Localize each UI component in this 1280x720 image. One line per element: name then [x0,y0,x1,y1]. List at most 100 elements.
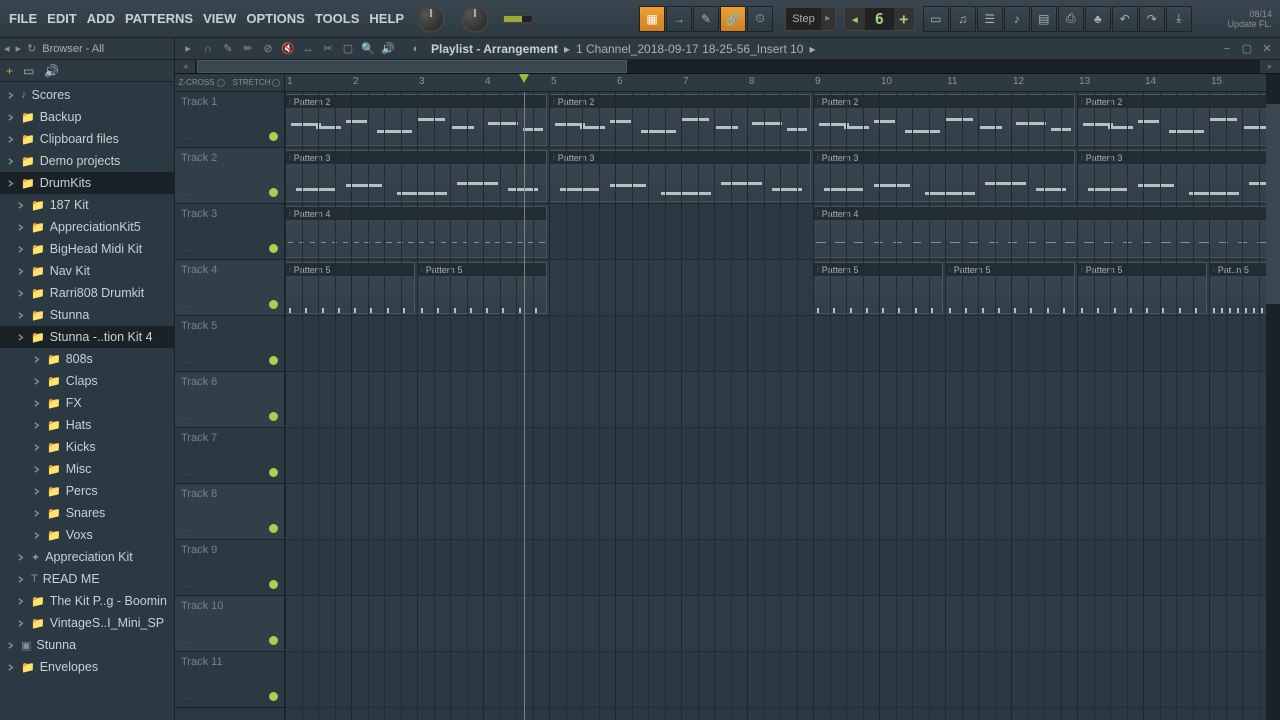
pattern-clip[interactable]: ⦙Pattern 4 [285,206,547,258]
playhead-marker-icon[interactable] [519,74,529,83]
slice-tool-icon[interactable]: ✂ [319,40,337,58]
menu-file[interactable]: FILE [4,7,42,30]
tree-item[interactable]: 📁Nav Kit [0,260,174,282]
slip-tool-icon[interactable]: ↔ [299,40,317,58]
menu-patterns[interactable]: PATTERNS [120,7,198,30]
browser-audio-icon[interactable]: 🔊 [44,64,59,78]
tree-item[interactable]: 📁DrumKits [0,172,174,194]
pattern-clip[interactable]: ⦙Pattern 5 [417,262,547,314]
undo-button[interactable]: ↶ [1112,6,1138,32]
redo-button[interactable]: ↷ [1139,6,1165,32]
timeline-overview[interactable]: ◂ ▸ [175,60,1280,74]
pattern-clip[interactable]: ⦙Pattern 5 [1077,262,1207,314]
mute-indicator[interactable] [269,524,278,533]
tempo-slider[interactable] [503,15,533,23]
overview-handle[interactable] [197,60,627,73]
track-header[interactable]: Track 2… [175,148,284,204]
pattern-clip[interactable]: ⦙Pattern 2 [1077,94,1280,146]
track-header[interactable]: Track 8… [175,484,284,540]
tree-item[interactable]: 📁BigHead Midi Kit [0,238,174,260]
pattern-clip[interactable]: ⦙Pattern 5 [285,262,415,314]
close-icon[interactable]: ✕ [1258,40,1276,58]
metronome-button[interactable]: ⏲ [747,6,773,32]
browser-forward-icon[interactable]: ▸ [16,42,22,55]
tree-item[interactable]: 📁Snares [0,502,174,524]
browser-collapse-icon[interactable]: ▭ [23,64,34,78]
record-button[interactable]: ✎ [693,6,719,32]
zoom-tool-icon[interactable]: 🔍 [359,40,377,58]
view-channelrack-button[interactable]: ☰ [977,6,1003,32]
plugin-button[interactable]: ⎙ [1058,6,1084,32]
menu-view[interactable]: VIEW [198,7,241,30]
maximize-icon[interactable]: ▢ [1238,40,1256,58]
pattern-clip[interactable]: ⦙Pattern 3 [1077,150,1280,202]
tree-item[interactable]: 📁Percs [0,480,174,502]
pattern-clip[interactable]: ⦙Pattern 3 [813,150,1075,202]
track-header[interactable]: Track 4… [175,260,284,316]
tree-item[interactable]: 📁Rarri808 Drumkit [0,282,174,304]
pattern-clip[interactable]: ⦙Pattern 5 [813,262,943,314]
tree-item[interactable]: 📁Backup [0,106,174,128]
menu-help[interactable]: HELP [364,7,409,30]
playlist-grid[interactable]: 123456789101112131415 ⦙Pattern 2⦙Pattern… [285,74,1280,720]
tree-item[interactable]: 📁The Kit P..g - Boomin [0,590,174,612]
pattern-clip[interactable]: ⦙Pat..n 5 [1209,262,1273,314]
tree-item[interactable]: 📁AppreciationKit5 [0,216,174,238]
tree-item[interactable]: TREAD ME [0,568,174,590]
tree-item[interactable]: 📁Demo projects [0,150,174,172]
main-pitch-knob[interactable] [461,5,489,33]
track-header[interactable]: Track 7… [175,428,284,484]
save-button[interactable]: ⤓ [1166,6,1192,32]
overdub-button[interactable]: 🔗 [720,6,746,32]
vertical-scrollbar[interactable] [1266,74,1280,720]
overview-left-icon[interactable]: ◂ [175,60,195,73]
overview-right-icon[interactable]: ▸ [1260,60,1280,73]
menu-add[interactable]: ADD [82,7,120,30]
tree-item[interactable]: 📁Voxs [0,524,174,546]
mute-indicator[interactable] [269,244,278,253]
tree-item[interactable]: 📁Claps [0,370,174,392]
mute-indicator[interactable] [269,580,278,589]
tree-item[interactable]: 📁Hats [0,414,174,436]
browser-back-icon[interactable]: ◂ [4,42,10,55]
magnet-icon[interactable]: ∩ [199,40,217,58]
tree-item[interactable]: ♪Scores [0,84,174,106]
track-header[interactable]: Track 6… [175,372,284,428]
tree-item[interactable]: 📁Clipboard files [0,128,174,150]
pattern-number[interactable]: ◂ 6 + [844,7,915,31]
tree-item[interactable]: 📁808s [0,348,174,370]
scrollbar-thumb[interactable] [1266,104,1280,304]
tree-item[interactable]: 📁187 Kit [0,194,174,216]
mute-indicator[interactable] [269,300,278,309]
menu-tools[interactable]: TOOLS [310,7,365,30]
track-header[interactable]: Track 3… [175,204,284,260]
pattern-clip[interactable]: ⦙Pattern 2 [549,94,811,146]
song-mode-button[interactable]: → [666,6,692,32]
tree-item[interactable]: 📁Kicks [0,436,174,458]
browser-reload-icon[interactable]: ↻ [27,42,36,55]
pattern-clip[interactable]: ⦙Pattern 3 [285,150,547,202]
tree-item[interactable]: 📁Misc [0,458,174,480]
draw-tool-icon[interactable]: ✎ [219,40,237,58]
menu-edit[interactable]: EDIT [42,7,82,30]
main-volume-knob[interactable] [417,5,445,33]
arrangement-icon[interactable]: ◐ [407,40,425,58]
delete-tool-icon[interactable]: ⊘ [259,40,277,58]
timeline-ruler[interactable]: 123456789101112131415 [285,74,1280,92]
tree-item[interactable]: ▣Stunna [0,634,174,656]
pattern-clip[interactable]: ⦙Pattern 2 [813,94,1075,146]
mute-indicator[interactable] [269,636,278,645]
tree-item[interactable]: 📁Stunna -..tion Kit 4 [0,326,174,348]
minimize-icon[interactable]: − [1218,40,1236,58]
mute-indicator[interactable] [269,468,278,477]
view-playlist-button[interactable]: ▭ [923,6,949,32]
tree-item[interactable]: 📁Stunna [0,304,174,326]
view-mixer-button[interactable]: ♪ [1004,6,1030,32]
view-browser-button[interactable]: ▤ [1031,6,1057,32]
pattern-mode-button[interactable]: ▦ [639,6,665,32]
ruler-options[interactable]: Z-CROSS STRETCH [175,74,284,92]
tree-item[interactable]: 📁VintageS..I_Mini_SP [0,612,174,634]
paint-tool-icon[interactable]: ✏ [239,40,257,58]
track-header[interactable]: Track 10… [175,596,284,652]
mute-indicator[interactable] [269,356,278,365]
